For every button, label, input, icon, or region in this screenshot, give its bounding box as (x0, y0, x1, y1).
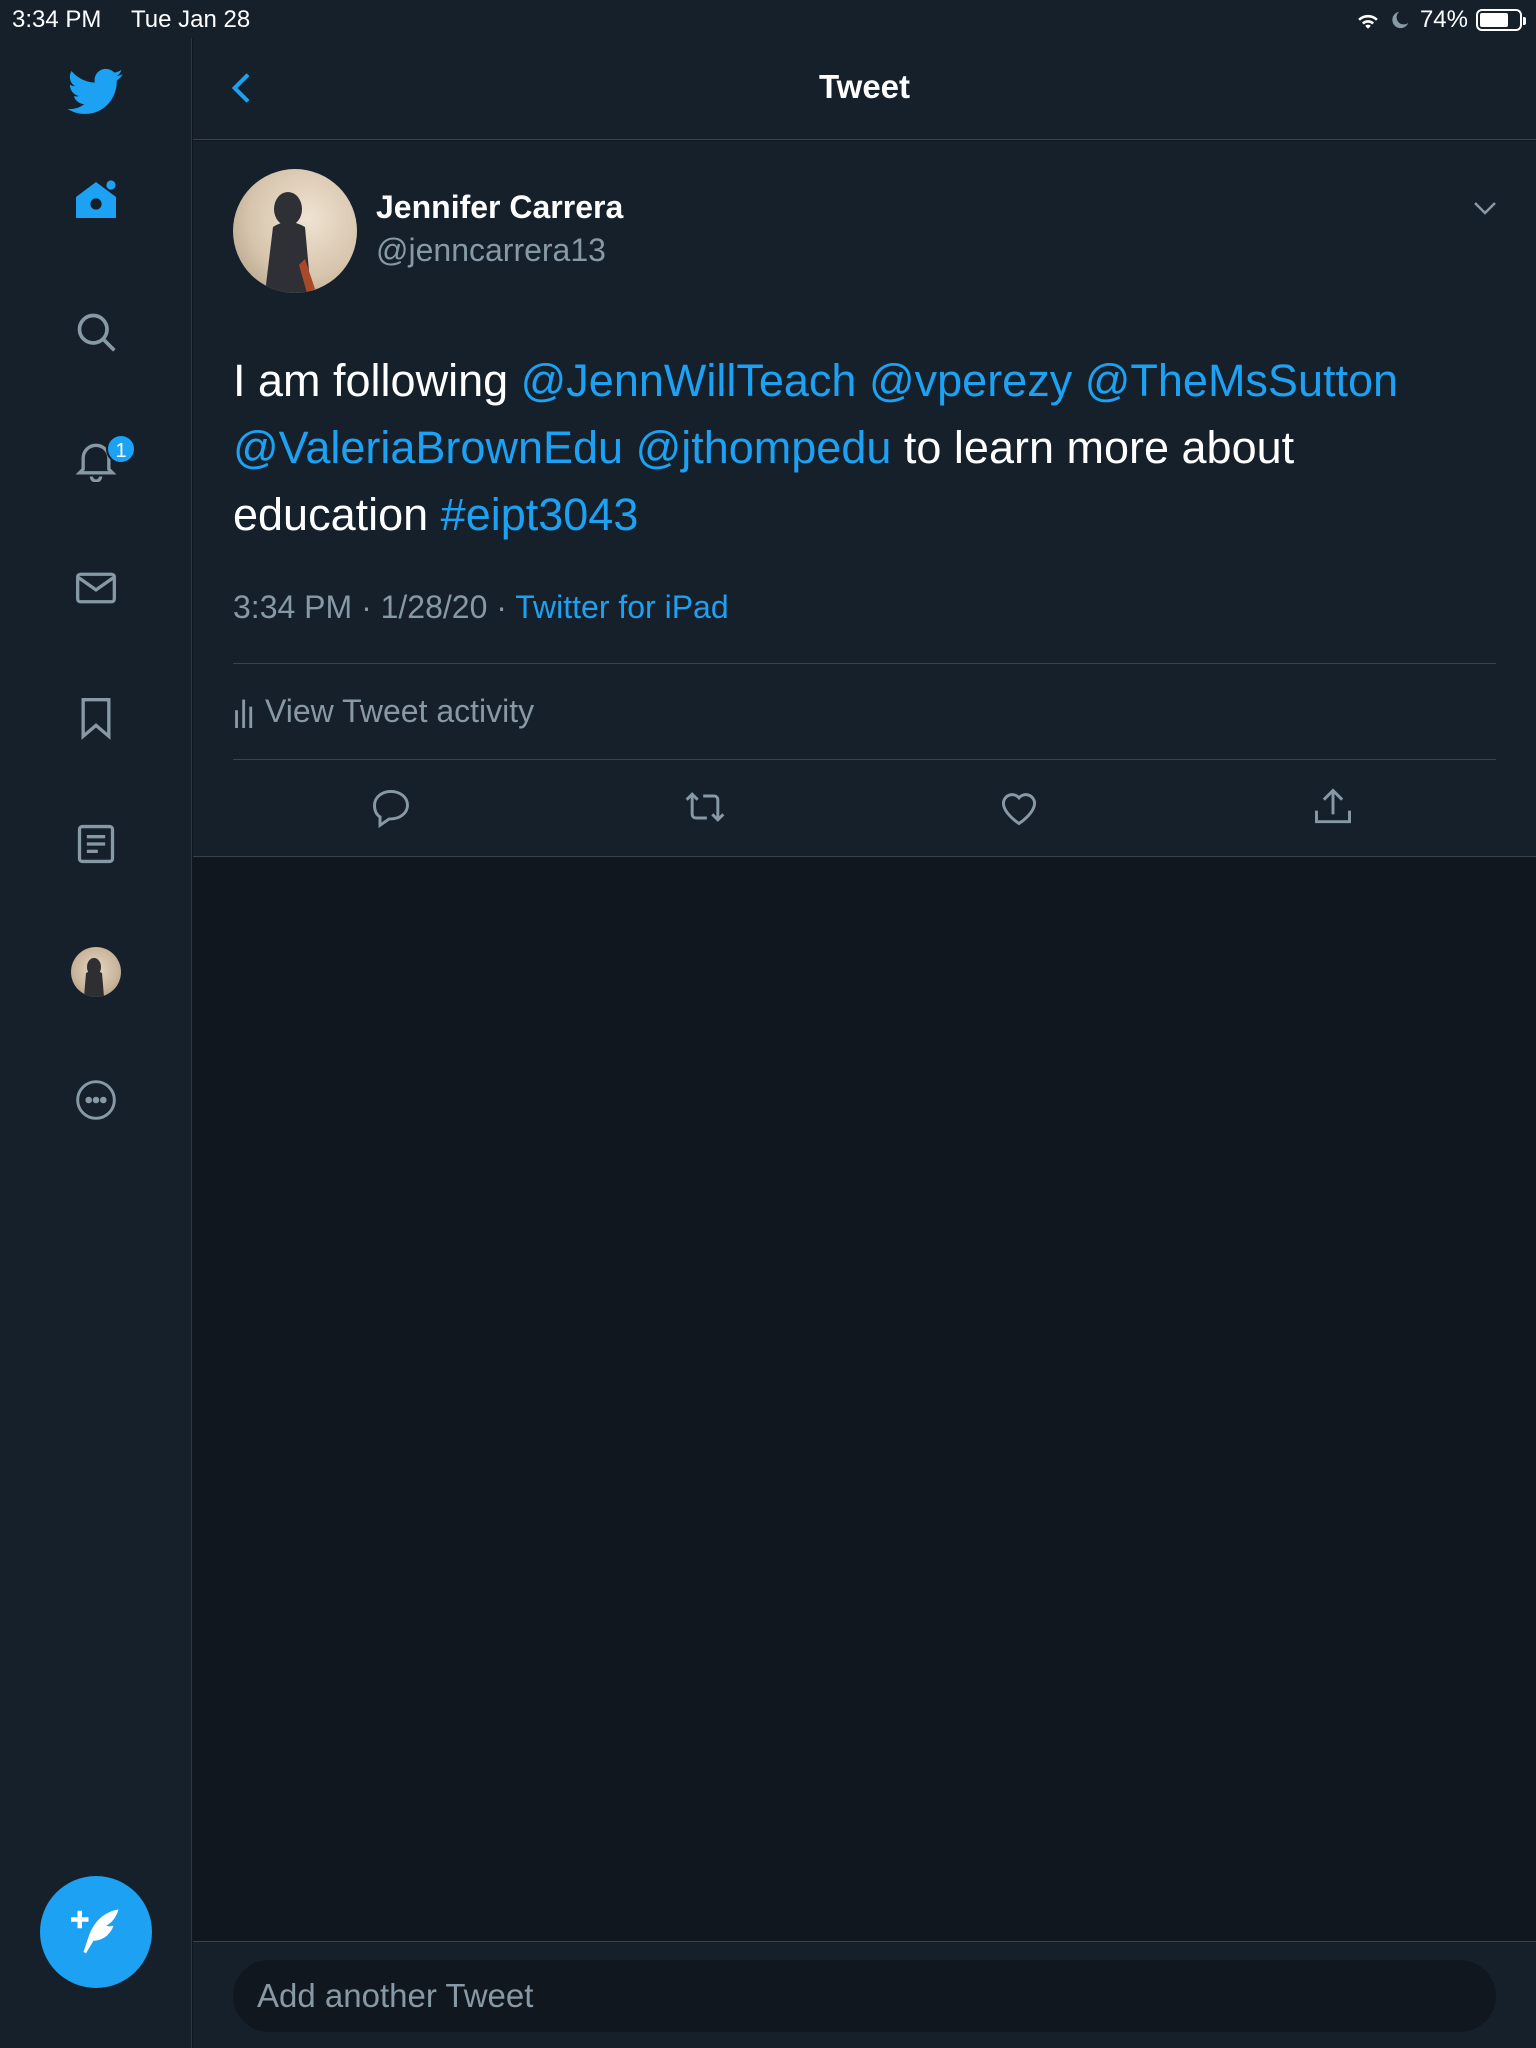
compose-feather-icon (71, 1909, 119, 1954)
divider (233, 663, 1496, 664)
profile-avatar[interactable] (64, 940, 128, 1004)
reply-bar (193, 1941, 1536, 2048)
compose-tweet-button[interactable] (40, 1876, 152, 1988)
status-time: 3:34 PM (12, 6, 102, 33)
notification-badge: 1 (106, 434, 136, 464)
do-not-disturb-moon-icon (1392, 11, 1409, 29)
battery-level (1480, 13, 1508, 27)
header: Tweet (193, 38, 1536, 140)
lists-icon[interactable] (64, 812, 128, 876)
battery-percent: 74% (1419, 6, 1468, 33)
reply-button[interactable] (369, 785, 413, 829)
hashtag-link[interactable]: #eipt3043 (441, 489, 639, 540)
view-tweet-activity-label: View Tweet activity (265, 693, 535, 729)
author-avatar[interactable] (233, 169, 357, 293)
tweet-text: I am following @JennWillTeach @vperezy @… (233, 347, 1493, 548)
author-display-name[interactable]: Jennifer Carrera (376, 189, 623, 226)
home-icon[interactable] (64, 168, 128, 232)
mention-link[interactable]: @vperezy (869, 355, 1072, 406)
tweet-text-segment (1072, 355, 1085, 406)
search-icon[interactable] (64, 300, 128, 364)
add-another-tweet-input[interactable] (233, 1960, 1496, 2032)
heart-icon (1001, 793, 1037, 826)
status-indicators: 74% (1354, 6, 1526, 34)
main-column: Tweet Jennifer Carrera @jenncarrera13 I … (193, 0, 1536, 2048)
mention-link[interactable]: @ValeriaBrownEdu (233, 422, 623, 473)
tweet-actions (193, 777, 1536, 837)
status-date: Tue Jan 28 (131, 6, 251, 33)
share-button[interactable] (1311, 785, 1355, 829)
tweet-text-segment: I am following (233, 355, 521, 406)
notifications-icon[interactable]: 1 (64, 428, 136, 492)
twitter-logo-icon[interactable] (64, 60, 128, 124)
bookmark-icon[interactable] (64, 686, 128, 750)
mention-link[interactable]: @JennWillTeach (521, 355, 857, 406)
divider (233, 759, 1496, 760)
tweet-text-segment (623, 422, 636, 473)
author-handle[interactable]: @jenncarrera13 (376, 232, 606, 269)
view-tweet-activity-button[interactable]: View Tweet activity (233, 693, 534, 730)
chevron-down-icon (1474, 202, 1496, 215)
wifi-icon (1358, 14, 1378, 29)
messages-icon[interactable] (64, 556, 128, 620)
battery-icon (1476, 9, 1526, 31)
mention-link[interactable]: @jthompedu (636, 422, 892, 473)
tweet-source-link[interactable]: Twitter for iPad (515, 589, 728, 625)
tweet-options-button[interactable] (1470, 193, 1500, 223)
sidebar: 1 (0, 0, 192, 2048)
mention-link[interactable]: @TheMsSutton (1085, 355, 1398, 406)
retweet-button[interactable] (683, 785, 727, 829)
reply-icon (373, 789, 409, 829)
tweet-meta: 3:34 PM · 1/28/20 · Twitter for iPad (233, 589, 729, 626)
retweet-icon (685, 792, 725, 822)
tweet-text-segment (856, 355, 869, 406)
more-icon[interactable] (64, 1068, 128, 1132)
like-button[interactable] (997, 785, 1041, 829)
tweet-detail: Jennifer Carrera @jenncarrera13 I am fol… (193, 141, 1536, 857)
share-icon (1315, 788, 1351, 824)
page-title: Tweet (818, 68, 911, 105)
avatar (71, 947, 121, 997)
tweet-timestamp: 3:34 PM · 1/28/20 · (233, 589, 516, 625)
analytics-icon (235, 699, 253, 728)
status-bar: 3:34 PM Tue Jan 28 74% (0, 0, 1536, 38)
